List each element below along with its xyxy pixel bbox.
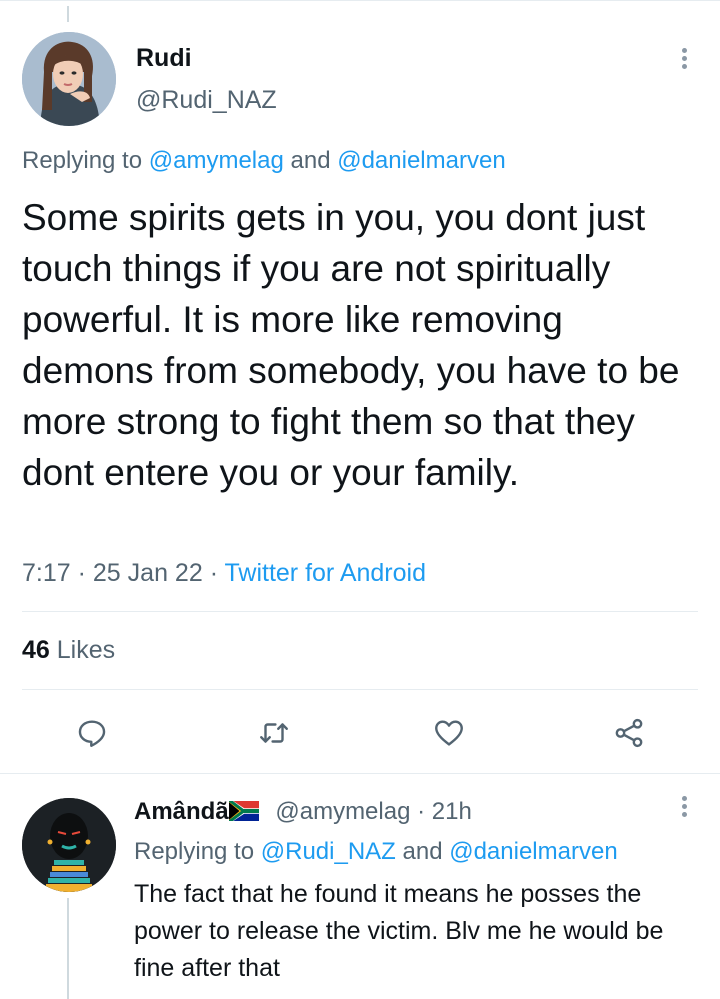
thread-connector-line <box>67 6 69 22</box>
tweet-source[interactable]: Twitter for Android <box>225 559 426 587</box>
tweet-time[interactable]: 7:17 <box>22 559 71 587</box>
thread-connector-line <box>67 898 69 999</box>
reply-header: Amândã @amymelag · 21h <box>134 798 472 826</box>
reply-time-ago[interactable]: 21h <box>432 798 472 825</box>
reply-author-handle[interactable]: @amymelag <box>275 798 410 825</box>
author-handle[interactable]: @Rudi_NAZ <box>136 86 277 115</box>
tweet-meta: 7:17 · 25 Jan 22 · Twitter for Android <box>22 559 426 588</box>
mention-link[interactable]: @danielmarven <box>337 147 505 174</box>
top-divider <box>0 0 720 1</box>
more-options-icon[interactable] <box>674 796 694 822</box>
replying-prefix: Replying to <box>22 147 143 174</box>
likes-number: 46 <box>22 636 50 664</box>
likes-label: Likes <box>56 636 116 664</box>
dark-portrait-avatar-icon <box>22 798 116 892</box>
mention-link[interactable]: @amymelag <box>149 147 284 174</box>
replying-and: and <box>402 838 443 865</box>
south-africa-flag-icon <box>228 801 259 821</box>
divider <box>22 611 698 612</box>
meta-separator: · <box>77 559 86 587</box>
likes-count[interactable]: 46 Likes <box>22 636 115 665</box>
tweet-date[interactable]: 25 Jan 22 <box>93 559 203 587</box>
replying-and: and <box>290 147 331 174</box>
share-icon[interactable] <box>612 716 646 750</box>
avatar[interactable] <box>22 32 116 126</box>
divider <box>22 689 698 690</box>
tweet-text: Some spirits gets in you, you dont just … <box>22 197 680 493</box>
retweet-icon[interactable] <box>257 716 291 750</box>
reply-tweet-text: The fact that he found it means he posse… <box>134 880 664 982</box>
like-heart-icon[interactable] <box>432 716 466 750</box>
replying-to-line: Replying to @amymelag and @danielmarven <box>22 147 506 175</box>
more-options-icon[interactable] <box>674 48 694 74</box>
meta-separator: · <box>417 798 426 825</box>
replying-to-line: Replying to @Rudi_NAZ and @danielmarven <box>134 838 618 866</box>
author-name[interactable]: Rudi <box>136 44 192 73</box>
cartoon-woman-avatar-icon <box>22 32 116 126</box>
mention-link[interactable]: @danielmarven <box>449 838 617 865</box>
avatar[interactable] <box>22 798 116 892</box>
reply-icon[interactable] <box>75 716 109 750</box>
divider <box>0 773 720 774</box>
reply-author-name[interactable]: Amândã <box>134 798 229 825</box>
meta-separator: · <box>209 559 219 587</box>
mention-link[interactable]: @Rudi_NAZ <box>261 838 396 865</box>
replying-prefix: Replying to <box>134 838 255 865</box>
